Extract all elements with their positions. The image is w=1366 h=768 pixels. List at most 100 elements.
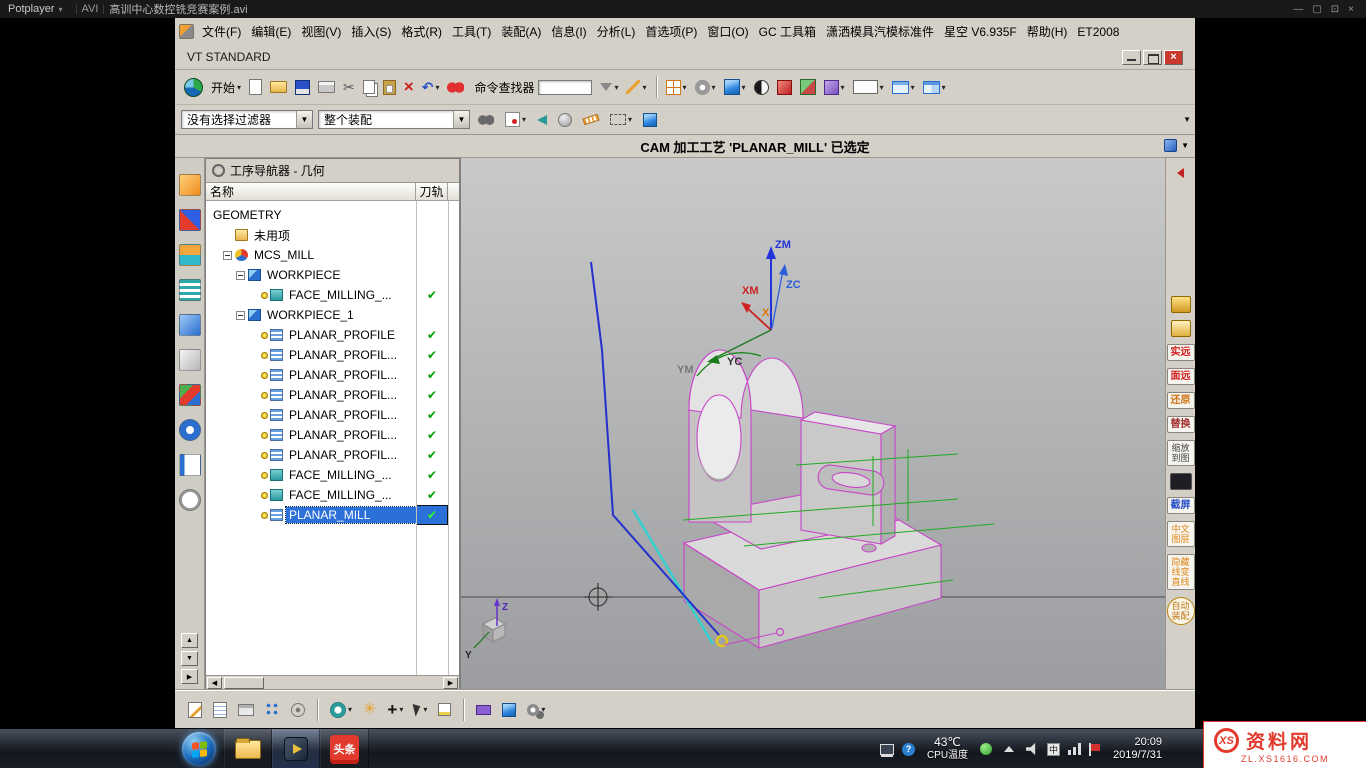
display-style-box-button[interactable]: ▾ xyxy=(850,78,887,96)
volume-icon[interactable] xyxy=(1026,743,1039,755)
tree-row-FACE_MILLING_...[interactable]: FACE_MILLING_...✔ xyxy=(206,285,459,305)
maximize-icon[interactable]: ▢ xyxy=(1312,4,1321,15)
nx-minimize-button[interactable] xyxy=(1122,50,1141,65)
tree-row-WORKPIECE_1[interactable]: WORKPIECE_1 xyxy=(206,305,459,325)
tree-row-PLANAR_PROFIL...[interactable]: PLANAR_PROFIL...✔ xyxy=(206,385,459,405)
start-menu-button-button[interactable]: 开始▾ xyxy=(208,77,244,98)
chevron-down-icon[interactable]: ▾ xyxy=(628,115,632,124)
system-info-tab[interactable] xyxy=(179,419,201,441)
measure-icon-button[interactable] xyxy=(580,114,602,125)
macro-solid-button[interactable]: 实远 xyxy=(1167,344,1195,361)
menu-item[interactable]: 文件(F) xyxy=(197,23,246,40)
menu-item[interactable]: 插入(S) xyxy=(346,23,396,40)
tree-row-PLANAR_PROFIL...[interactable]: PLANAR_PROFIL...✔ xyxy=(206,445,459,465)
tree-row-PLANAR_PROFIL...[interactable]: PLANAR_PROFIL...✔ xyxy=(206,425,459,445)
video-frame[interactable]: 文件(F)编辑(E)视图(V)插入(S)格式(R)工具(T)装配(A)信息(I)… xyxy=(0,18,1366,728)
hd3d-tool-tab[interactable] xyxy=(179,314,201,336)
scroll-left-icon[interactable]: ◀ xyxy=(207,677,222,689)
chevron-down-icon[interactable]: ▼ xyxy=(453,111,469,128)
nx-restore-button[interactable] xyxy=(1143,50,1162,65)
macro-auto-assembly-button[interactable]: 自动装配 xyxy=(1167,597,1195,625)
menu-item[interactable]: 分析(L) xyxy=(592,23,641,40)
minimize-icon[interactable]: — xyxy=(1293,4,1303,15)
chevron-down-icon[interactable]: ▾ xyxy=(541,705,545,714)
chevron-down-icon[interactable]: ▾ xyxy=(683,83,687,92)
macro-cn-layer-button[interactable]: 中文图层 xyxy=(1167,521,1195,547)
tree-expander-icon[interactable] xyxy=(236,311,245,320)
resource-collapse-icon[interactable] xyxy=(1177,168,1184,178)
menu-item[interactable]: 编辑(E) xyxy=(246,23,296,40)
scrollbar-thumb[interactable] xyxy=(224,677,264,689)
close-icon[interactable]: × xyxy=(1348,4,1354,15)
taskbar-clock[interactable]: 20:09 2019/7/31 xyxy=(1113,736,1162,762)
modeling-tools-icon-button[interactable]: ▾ xyxy=(692,78,719,97)
paste-icon-button[interactable] xyxy=(380,78,399,97)
selection-scope-combo[interactable]: 整个装配 ▼ xyxy=(318,110,470,129)
menu-item[interactable]: 视图(V) xyxy=(296,23,346,40)
start-button[interactable] xyxy=(182,732,216,766)
chevron-down-icon[interactable]: ▾ xyxy=(880,83,884,92)
delete-icon-button[interactable] xyxy=(401,77,417,97)
open-file-icon-button[interactable] xyxy=(267,79,290,95)
chevron-down-icon[interactable]: ▼ xyxy=(1181,141,1189,150)
chevron-down-icon[interactable]: ▾ xyxy=(942,83,946,92)
tree-row-PLANAR_PROFIL...[interactable]: PLANAR_PROFIL...✔ xyxy=(206,405,459,425)
tree-expander-icon[interactable] xyxy=(236,271,245,280)
process-studio-tab[interactable] xyxy=(179,454,201,476)
assembly-navigator-tab[interactable] xyxy=(179,174,201,196)
chevron-down-icon[interactable]: ▾ xyxy=(399,705,403,714)
display-edit-icon-button[interactable] xyxy=(210,700,230,720)
constraint-navigator-tab[interactable] xyxy=(179,209,201,231)
status-dialog-icon[interactable] xyxy=(1164,139,1177,152)
web-browser-tab[interactable] xyxy=(179,349,201,371)
command-finder-input[interactable] xyxy=(538,80,592,95)
menu-item[interactable]: ET2008 xyxy=(1072,25,1124,39)
layout-icon-button[interactable]: ▾ xyxy=(920,79,949,96)
note-icon-button[interactable] xyxy=(435,701,454,718)
shaded-cube-icon-button[interactable] xyxy=(640,111,660,129)
potplayer-menu-button[interactable]: Potplayer ▾ xyxy=(0,3,71,15)
column-header-name[interactable]: 名称 xyxy=(206,183,416,200)
selection-filter-icon-button[interactable]: ▾ xyxy=(597,81,621,94)
column-header-toolpath[interactable]: 刀轨 xyxy=(416,183,448,200)
point-plus-icon-button[interactable]: ▾ xyxy=(384,700,406,720)
wcs-gear-icon-button[interactable]: ▾ xyxy=(327,700,355,720)
chevron-down-icon[interactable]: ▾ xyxy=(435,83,439,92)
macro-hidden-line-button[interactable]: 隐藏线变直线 xyxy=(1167,554,1195,590)
menu-item[interactable]: 首选项(P) xyxy=(640,23,702,40)
new-file-icon-button[interactable] xyxy=(246,77,265,97)
part-navigator-tab[interactable] xyxy=(179,244,201,266)
sphere-icon-button[interactable] xyxy=(555,111,575,129)
command-finder-field-button[interactable]: 命令查找器 xyxy=(469,77,595,98)
layer-tag-icon-button[interactable] xyxy=(473,703,494,717)
find-binocular-icon-button[interactable] xyxy=(475,113,497,127)
selection-sphere-icon-button[interactable] xyxy=(288,701,308,719)
action-center-flag-icon[interactable] xyxy=(1089,743,1101,756)
tree-row-PLANAR_MILL[interactable]: PLANAR_MILL✔ xyxy=(206,505,459,525)
save-icon-button[interactable] xyxy=(292,78,313,97)
tree-row-PLANAR_PROFIL...[interactable]: PLANAR_PROFIL...✔ xyxy=(206,365,459,385)
toolbar-overflow-icon[interactable]: ▼ xyxy=(1183,115,1191,124)
tree-row-MCS_MILL[interactable]: MCS_MILL xyxy=(206,245,459,265)
menu-item[interactable]: 潇洒模具汽模标准件 xyxy=(821,23,939,40)
window-icon-button[interactable]: ▾ xyxy=(889,79,918,96)
show-hidden-icons-icon[interactable] xyxy=(1004,746,1014,752)
show-hide-icon-button[interactable] xyxy=(235,702,257,718)
macro-zoomfit-button[interactable]: 缩放到图 xyxy=(1167,440,1195,466)
scroll-up-icon[interactable]: ▲ xyxy=(181,633,198,648)
lasso-select-icon-button[interactable]: ▾ xyxy=(607,112,635,127)
tree-row-PLANAR_PROFIL...[interactable]: PLANAR_PROFIL...✔ xyxy=(206,345,459,365)
snap-grid-icon-button[interactable]: ▾ xyxy=(663,78,690,97)
macro-face-button[interactable]: 面远 xyxy=(1167,368,1195,385)
menu-item[interactable]: 窗口(O) xyxy=(702,23,753,40)
navigator-hscrollbar[interactable]: ◀ ▶ xyxy=(206,675,459,689)
macro-dark-icon[interactable] xyxy=(1170,473,1192,490)
tree-row-WORKPIECE[interactable]: WORKPIECE xyxy=(206,265,459,285)
edit-pencil-icon-button[interactable]: ▾ xyxy=(623,78,649,96)
chevron-down-icon[interactable]: ▾ xyxy=(911,83,915,92)
scroll-right-icon[interactable]: ▶ xyxy=(443,677,458,689)
chevron-down-icon[interactable]: ▾ xyxy=(841,83,845,92)
monitor-tray-icon[interactable] xyxy=(880,744,894,755)
view-cube-icon-button[interactable]: ▾ xyxy=(721,77,749,97)
cursor-icon-button[interactable]: ▾ xyxy=(411,701,430,718)
